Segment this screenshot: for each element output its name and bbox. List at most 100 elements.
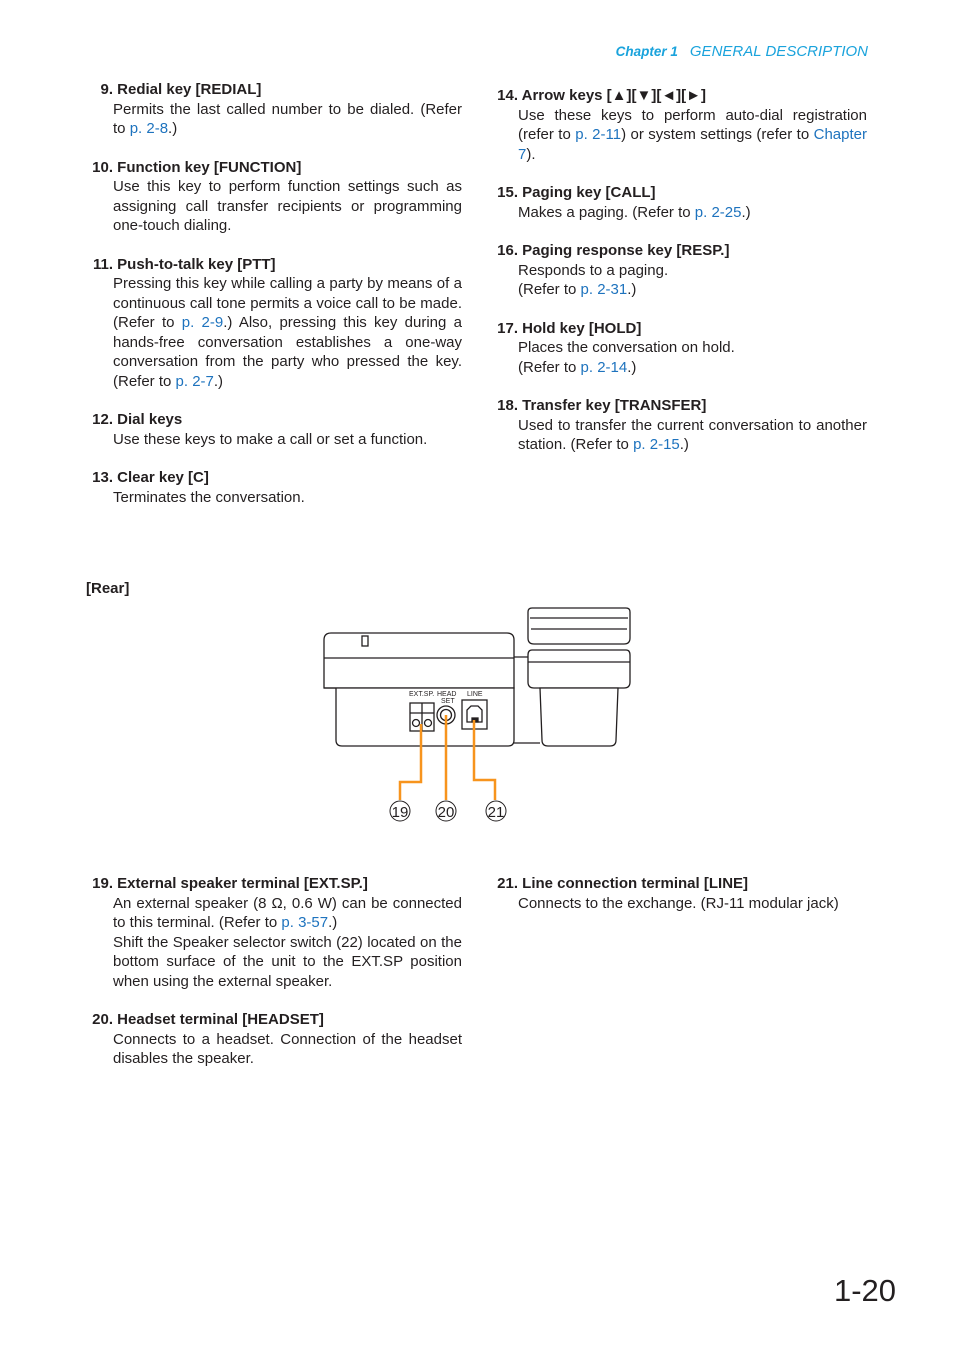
page-reference-link[interactable]: p. 3-57 (281, 914, 328, 931)
description-item: 16. Paging response key [RESP.] Responds … (491, 241, 867, 300)
description-text: .) (213, 372, 224, 390)
page-reference-link[interactable]: p. 2-25 (695, 204, 742, 221)
left-column: 9. Redial key [REDIAL] Permits the last c… (86, 80, 462, 526)
item-heading: Line connection terminal [LINE] (522, 875, 749, 892)
description-text: (Refer to (518, 281, 581, 298)
item-description: Makes a paging. (Refer to p. 2-25.) (518, 203, 867, 223)
item-heading: External speaker terminal [EXT.SP.] (117, 875, 368, 892)
item-title: 14. Arrow keys [▲][▼][◄][►] (491, 86, 867, 106)
description-text: Use this key to perform function setting… (113, 178, 462, 234)
description-item: 19. External speaker terminal [EXT.SP.] A… (86, 874, 462, 991)
description-text: (Refer to (518, 358, 581, 376)
description-text: .) (168, 120, 178, 137)
item-heading: Paging response key [RESP.] (522, 242, 730, 259)
cradle-base (539, 687, 619, 747)
item-heading: Paging key [CALL] (522, 184, 656, 201)
item-number: 21. (497, 875, 518, 892)
description-text: Shift the Speaker selector switch (22) l… (113, 933, 462, 990)
item-number: 13. (92, 469, 113, 486)
description-text: Used to transfer the current conversatio… (518, 416, 867, 454)
item-description: Use this key to perform function setting… (113, 177, 462, 236)
description-text: ). (526, 145, 536, 163)
item-number: 9. (100, 81, 113, 98)
cradle (527, 649, 631, 689)
item-heading: Transfer key [TRANSFER] (522, 397, 707, 414)
item-number: 20. (92, 1011, 113, 1028)
head-label: HEAD (437, 691, 456, 698)
item-description: Use these keys to make a call or set a f… (113, 430, 462, 450)
description-item: 17. Hold key [HOLD] Places the conversati… (491, 319, 867, 378)
description-text: .) (627, 358, 637, 376)
description-text: .) (679, 436, 689, 453)
item-number: 19. (92, 875, 113, 892)
page-reference-link[interactable]: p. 2-31 (581, 281, 628, 298)
description-item: 9. Redial key [REDIAL] Permits the last c… (86, 80, 462, 139)
description-text: Terminates the conversation. (113, 488, 305, 506)
page-reference-link[interactable]: p. 2-7 (176, 373, 214, 390)
description-item: 12. Dial keys Use these keys to make a ca… (86, 410, 462, 449)
description-item: 10. Function key [FUNCTION] Use this key … (86, 158, 462, 236)
main-body-top (323, 632, 515, 689)
description-text: .) (741, 203, 751, 221)
chapter-label: Chapter 1 (615, 44, 678, 59)
item-number: 12. (92, 411, 113, 428)
rear-section-label: [Rear] (86, 580, 130, 597)
description-item: 14. Arrow keys [▲][▼][◄][►] Use these key… (491, 86, 867, 164)
description-text: ) or system settings (refer to (621, 126, 814, 143)
item-title: 19. External speaker terminal [EXT.SP.] (86, 874, 462, 894)
item-title: 12. Dial keys (86, 410, 462, 430)
page-reference-link[interactable]: p. 2-14 (581, 359, 628, 376)
item-number: 14. (497, 87, 518, 104)
description-item: 15. Paging key [CALL] Makes a paging. (Re… (491, 183, 867, 222)
item-title: 17. Hold key [HOLD] (491, 319, 867, 339)
item-number: 15. (497, 184, 518, 201)
right-column: 14. Arrow keys [▲][▼][◄][►] Use these key… (491, 86, 867, 474)
callout-19: 19 (392, 804, 409, 821)
item-title: 20. Headset terminal [HEADSET] (86, 1010, 462, 1030)
item-heading: Clear key [C] (117, 469, 209, 486)
page-reference-link[interactable]: p. 2-9 (182, 314, 223, 331)
handset-top (527, 607, 631, 645)
item-number: 17. (497, 319, 518, 337)
item-description: Terminates the conversation. (113, 488, 462, 508)
bottom-left-column: 19. External speaker terminal [EXT.SP.] A… (86, 874, 462, 1088)
item-title: 9. Redial key [REDIAL] (86, 80, 462, 100)
item-description: Connects to a headset. Connection of the… (113, 1030, 462, 1069)
item-description: Pressing this key while calling a party … (113, 274, 462, 391)
page-reference-link[interactable]: p. 2-15 (633, 436, 680, 453)
item-heading: Push-to-talk key [PTT] (117, 255, 276, 273)
description-item: 13. Clear key [C] Terminates the conversa… (86, 468, 462, 507)
bottom-right-column: 21. Line connection terminal [LINE] Conne… (491, 874, 867, 932)
rear-view-diagram: EXT.SP. HEAD SET LINE 19 20 21 (300, 600, 660, 840)
item-number: 10. (92, 158, 113, 176)
description-item: 21. Line connection terminal [LINE] Conne… (491, 874, 867, 913)
description-text: Use these keys to make a call or set a f… (113, 430, 428, 448)
item-heading: Redial key [REDIAL] (117, 81, 262, 98)
item-heading: Hold key [HOLD] (522, 319, 642, 337)
description-text: Connects to a headset. Connection of the… (113, 1030, 462, 1068)
page-number: 1-20 (833, 1273, 896, 1308)
description-item: 18. Transfer key [TRANSFER] Used to trans… (491, 396, 867, 455)
description-text: Makes a paging. (Refer to (518, 203, 695, 221)
item-number: 11. (92, 255, 113, 273)
phone-rear-illustration: EXT.SP. HEAD SET LINE 19 20 21 (323, 607, 631, 822)
item-heading: Dial keys (117, 411, 183, 428)
page-reference-link[interactable]: p. 2-11 (575, 126, 621, 143)
item-description: An external speaker (8 Ω, 0.6 W) can be … (113, 894, 462, 992)
set-label: SET (441, 698, 455, 705)
description-text: Places the conversation on hold. (518, 339, 735, 356)
item-description: Use these keys to perform auto-dial regi… (518, 106, 867, 165)
item-description: Places the conversation on hold. (Refer t… (518, 338, 867, 377)
item-heading: Function key [FUNCTION] (117, 158, 302, 176)
item-description: Used to transfer the current conversatio… (518, 416, 867, 455)
section-title: GENERAL DESCRIPTION (689, 43, 868, 60)
description-item: 20. Headset terminal [HEADSET] Connects t… (86, 1010, 462, 1069)
item-title: 13. Clear key [C] (86, 468, 462, 488)
running-header: Chapter 1 GENERAL DESCRIPTION (616, 43, 868, 60)
item-description: Permits the last called number to be dia… (113, 100, 462, 139)
item-title: 18. Transfer key [TRANSFER] (491, 396, 867, 416)
page-reference-link[interactable]: p. 2-8 (130, 120, 168, 137)
description-text: Connects to the exchange. (RJ-11 modular… (518, 894, 839, 912)
callout-21: 21 (488, 804, 505, 821)
item-heading: Arrow keys [▲][▼][◄][►] (521, 87, 707, 104)
